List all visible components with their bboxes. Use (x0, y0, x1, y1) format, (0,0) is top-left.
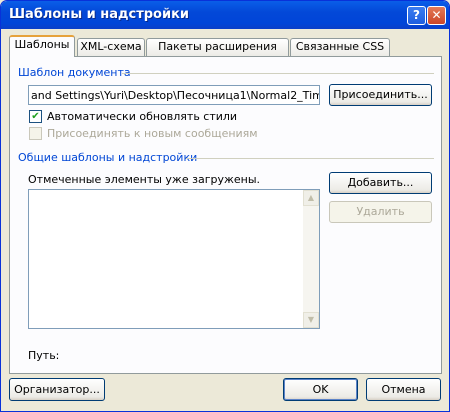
template-path-value: and Settings\Yuri\Desktop\Песочница1\Nor… (31, 89, 319, 102)
add-button[interactable]: Добавить... (329, 172, 432, 194)
window-title: Шаблоны и надстройки (9, 7, 190, 22)
title-bar[interactable]: Шаблоны и надстройки ? ✕ (1, 1, 449, 29)
remove-button[interactable]: Удалить (329, 201, 432, 223)
tab-xml-schema[interactable]: XML-схема (77, 38, 145, 56)
attach-to-new-checkbox[interactable] (29, 127, 42, 140)
scroll-up-icon[interactable]: ▲ (303, 190, 319, 206)
addins-list[interactable]: ▲ ▼ (28, 189, 320, 329)
remove-button-label: Удалить (356, 205, 405, 218)
global-templates-group-label: Общие шаблоны и надстройки (18, 151, 198, 164)
tab-linked-css[interactable]: Связанные CSS (290, 38, 390, 56)
ok-button[interactable]: OK (283, 378, 358, 401)
attach-button[interactable]: Присоединить... (329, 84, 432, 106)
tab-linked-css-label: Связанные CSS (295, 40, 385, 53)
loaded-note: Отмеченные элементы уже загружены. (28, 173, 261, 186)
path-label: Путь: (28, 349, 60, 362)
tab-xml-schema-label: XML-схема (80, 40, 142, 53)
tab-templates[interactable]: Шаблоны (9, 35, 75, 57)
question-icon[interactable]: ? (407, 6, 426, 25)
tab-templates-label: Шаблоны (14, 38, 70, 51)
cancel-button[interactable]: Отмена (366, 378, 441, 401)
organizer-button-label: Организатор... (14, 383, 100, 396)
attach-to-new-label: Присоединять к новым сообщениям (47, 127, 258, 140)
organizer-button[interactable]: Организатор... (9, 378, 105, 401)
list-scrollbar[interactable]: ▲ ▼ (303, 190, 319, 328)
auto-update-checkbox[interactable]: ✔ (29, 110, 42, 123)
dialog-window: Шаблоны и надстройки ? ✕ Шаблоны XML-схе… (0, 0, 450, 412)
tab-xml-packages[interactable]: Пакеты расширения XML (146, 38, 289, 69)
cancel-button-label: Отмена (381, 383, 426, 396)
close-icon[interactable]: ✕ (427, 6, 446, 25)
group-divider (186, 158, 434, 159)
attach-button-label: Присоединить... (333, 88, 428, 101)
document-template-group-label: Шаблон документа (18, 66, 131, 79)
template-path-field[interactable]: and Settings\Yuri\Desktop\Песочница1\Nor… (28, 85, 320, 105)
tab-panel: Шаблон документа and Settings\Yuri\Deskt… (9, 56, 442, 374)
ok-button-label: OK (312, 383, 329, 396)
scroll-down-icon[interactable]: ▼ (303, 312, 319, 328)
group-divider (122, 73, 434, 74)
add-button-label: Добавить... (347, 176, 414, 189)
auto-update-label: Автоматически обновлять стили (47, 110, 238, 123)
